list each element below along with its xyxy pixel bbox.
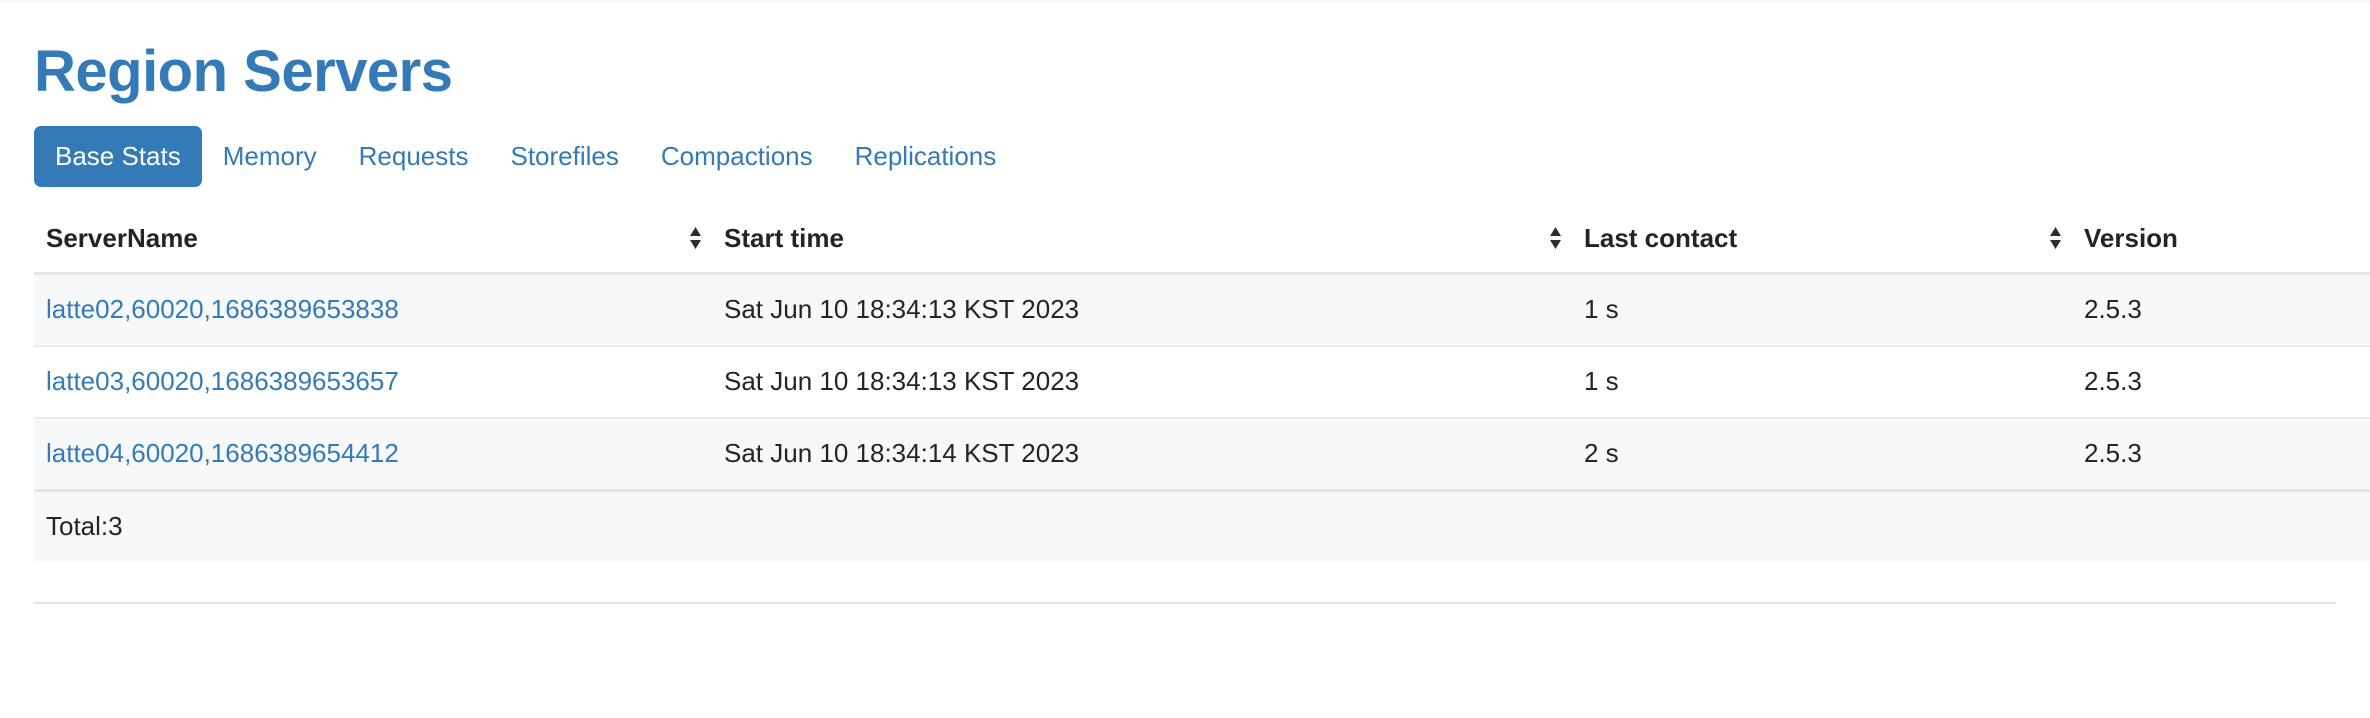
cell-server-name: latte03,60020,1686389653657 <box>34 344 724 418</box>
column-header-start-time-label: Start time <box>724 222 844 253</box>
region-servers-table: ServerName Start time Last contact Versi… <box>34 208 2370 562</box>
sort-icon[interactable] <box>1549 226 1562 250</box>
server-link[interactable]: latte04,60020,1686389654412 <box>46 438 399 468</box>
cell-start-time: Sat Jun 10 18:34:13 KST 2023 <box>724 344 1584 418</box>
tab-requests[interactable]: Requests <box>338 126 490 187</box>
table-header: ServerName Start time Last contact Versi… <box>34 208 2370 275</box>
column-header-version[interactable]: Version <box>2084 208 2370 275</box>
cell-total-version <box>2084 488 2370 562</box>
table-row: latte03,60020,1686389653657 Sat Jun 10 1… <box>34 344 2370 418</box>
tab-memory[interactable]: Memory <box>202 126 338 187</box>
table-row: latte04,60020,1686389654412 Sat Jun 10 1… <box>34 416 2370 491</box>
tab-replications[interactable]: Replications <box>834 126 1018 187</box>
column-header-version-label: Version <box>2084 222 2178 253</box>
column-header-last-contact-label: Last contact <box>1584 222 1738 253</box>
tab-base-stats[interactable]: Base Stats <box>34 125 202 187</box>
table-body: latte02,60020,1686389653838 Sat Jun 10 1… <box>34 272 2370 562</box>
total-label: Total:3 <box>46 510 123 541</box>
cell-start-time: Sat Jun 10 18:34:14 KST 2023 <box>724 416 1584 491</box>
cell-total-last-contact <box>1584 488 2084 562</box>
column-header-servername-label: ServerName <box>46 222 198 253</box>
column-header-start-time[interactable]: Start time <box>724 208 1584 275</box>
table-header-row: ServerName Start time Last contact Versi… <box>34 208 2370 275</box>
tab-storefiles[interactable]: Storefiles <box>489 126 639 187</box>
region-servers-page: Region Servers Base Stats Memory Request… <box>0 0 2370 718</box>
table-total-row: Total:3 2698 <box>34 488 2370 562</box>
table-row: latte02,60020,1686389653838 Sat Jun 10 1… <box>34 272 2370 346</box>
cell-last-contact: 1 s <box>1584 272 2084 346</box>
page-title: Region Servers <box>34 39 453 104</box>
cell-start-time: Sat Jun 10 18:34:13 KST 2023 <box>724 272 1584 346</box>
cell-total-label: Total:3 <box>34 488 724 562</box>
cell-server-name: latte04,60020,1686389654412 <box>34 416 724 491</box>
tab-compactions[interactable]: Compactions <box>640 126 834 187</box>
cell-last-contact: 2 s <box>1584 416 2084 491</box>
server-link[interactable]: latte02,60020,1686389653838 <box>46 294 399 324</box>
column-header-last-contact[interactable]: Last contact <box>1584 208 2084 275</box>
server-link[interactable]: latte03,60020,1686389653657 <box>46 366 399 396</box>
cell-last-contact: 1 s <box>1584 344 2084 418</box>
cell-version: 2.5.3 <box>2084 416 2370 491</box>
cell-total-start-time <box>724 488 1584 562</box>
sort-icon[interactable] <box>689 226 702 250</box>
cell-version: 2.5.3 <box>2084 344 2370 418</box>
content-container: Region Servers Base Stats Memory Request… <box>0 2 2370 604</box>
sort-icon[interactable] <box>2049 226 2062 250</box>
section-divider <box>34 601 2336 604</box>
tab-bar: Base Stats Memory Requests Storefiles Co… <box>34 125 2336 187</box>
cell-server-name: latte02,60020,1686389653838 <box>34 272 724 346</box>
cell-version: 2.5.3 <box>2084 272 2370 346</box>
column-header-servername[interactable]: ServerName <box>34 208 724 275</box>
